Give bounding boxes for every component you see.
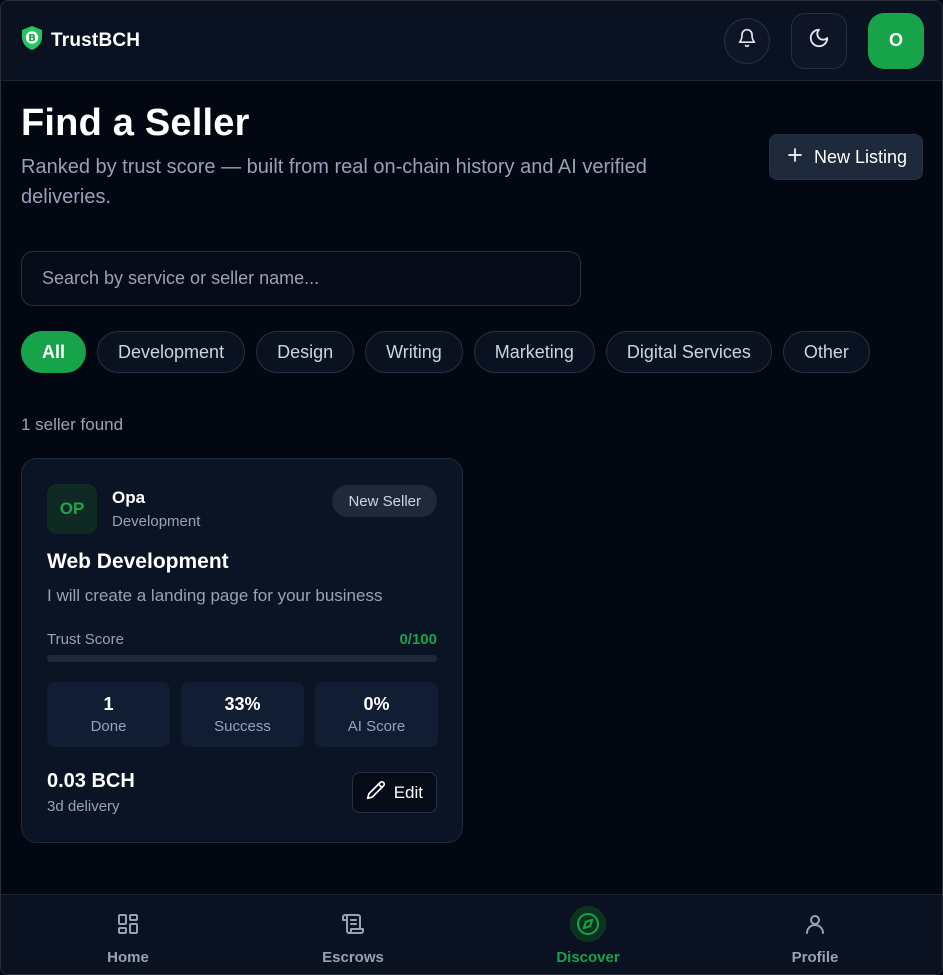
scroll-icon <box>341 906 365 942</box>
stat-label: AI Score <box>347 718 406 735</box>
nav-label-profile: Profile <box>791 949 839 966</box>
listing-price: 0.03 BCH <box>47 770 135 792</box>
category-chip-digital-services[interactable]: Digital Services <box>605 331 772 373</box>
stat-value: 33% <box>224 694 261 714</box>
svg-text:B: B <box>28 33 36 44</box>
user-avatar-button[interactable]: O <box>868 12 924 69</box>
service-title: Web Development <box>47 550 229 573</box>
stat-value: 1 <box>103 694 114 714</box>
seller-name: Opa <box>112 488 146 507</box>
pencil-icon <box>366 780 386 805</box>
bell-icon <box>737 28 757 53</box>
theme-toggle-button[interactable] <box>791 12 847 69</box>
new-listing-label: New Listing <box>813 146 907 167</box>
brand[interactable]: B TrustBCH <box>20 25 140 56</box>
brand-name: TrustBCH <box>51 29 141 51</box>
stat-success: 33% Success <box>181 682 304 747</box>
category-chip-design[interactable]: Design <box>256 331 355 373</box>
top-header: B TrustBCH O <box>1 1 942 81</box>
compass-icon <box>570 906 606 942</box>
edit-listing-button[interactable]: Edit <box>351 772 437 813</box>
search-box <box>21 251 581 306</box>
nav-item-profile[interactable]: Profile <box>735 895 895 974</box>
header-actions: O <box>724 12 924 69</box>
stat-label: Done <box>90 718 127 735</box>
user-icon <box>803 906 827 942</box>
seller-stats: 1 Done 33% Success 0% AI Score <box>47 682 438 747</box>
shield-bitcoin-icon: B <box>20 25 44 56</box>
edit-label: Edit <box>393 782 423 802</box>
page-title: Find a Seller <box>21 102 250 144</box>
category-chip-writing[interactable]: Writing <box>365 331 463 373</box>
plus-icon <box>786 146 804 169</box>
moon-icon <box>808 27 830 54</box>
category-chip-other[interactable]: Other <box>782 331 870 373</box>
app-window: B TrustBCH O Find a Seller Ranked by tru… <box>0 0 943 975</box>
trust-score-bar <box>47 655 437 662</box>
stat-done: 1 Done <box>47 682 170 747</box>
nav-item-discover[interactable]: Discover <box>508 895 668 974</box>
search-input[interactable] <box>42 268 580 289</box>
grid-icon <box>116 906 140 942</box>
category-chip-marketing[interactable]: Marketing <box>473 331 595 373</box>
delivery-time: 3d delivery <box>47 798 120 815</box>
trust-score-label: Trust Score <box>47 631 124 648</box>
seller-avatar: OP <box>47 484 97 534</box>
stat-label: Success <box>214 718 271 735</box>
nav-item-home[interactable]: Home <box>48 895 208 974</box>
seller-category: Development <box>112 513 201 530</box>
nav-label-escrows: Escrows <box>322 949 384 966</box>
trust-score-value: 0/100 <box>399 631 437 648</box>
new-seller-badge: New Seller <box>332 485 437 517</box>
notifications-button[interactable] <box>724 17 770 64</box>
category-chip-all[interactable]: All <box>21 331 87 373</box>
bottom-nav: Home Escrows Discover Profile <box>1 894 942 974</box>
category-filter: All Development Design Writing Marketing… <box>21 331 870 373</box>
category-chip-development[interactable]: Development <box>97 331 246 373</box>
nav-label-discover: Discover <box>556 949 620 966</box>
page-subtitle: Ranked by trust score — built from real … <box>21 156 647 208</box>
stat-value: 0% <box>363 694 390 714</box>
new-listing-button[interactable]: New Listing <box>768 134 923 180</box>
seller-card[interactable]: OP Opa Development New Seller Web Develo… <box>21 458 463 843</box>
service-description: I will create a landing page for your bu… <box>47 586 383 605</box>
results-count: 1 seller found <box>21 415 124 434</box>
nav-label-home: Home <box>107 949 149 966</box>
stat-ai-score: 0% AI Score <box>315 682 438 747</box>
nav-item-escrows[interactable]: Escrows <box>273 895 433 974</box>
